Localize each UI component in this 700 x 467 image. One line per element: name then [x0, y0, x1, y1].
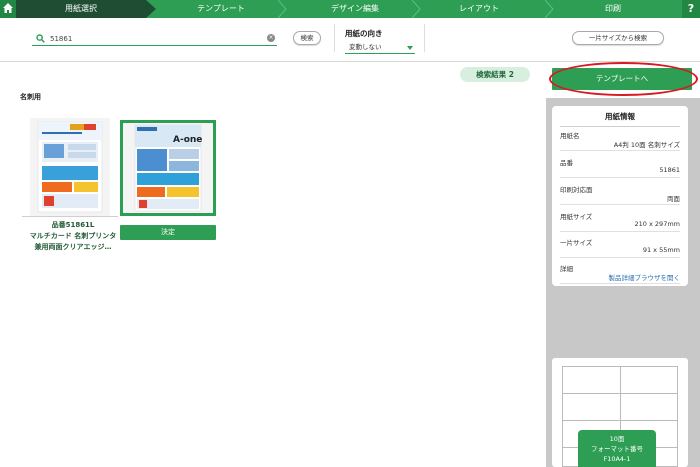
- field-label-piece-size: 一片サイズ: [560, 239, 593, 247]
- search-input[interactable]: [50, 32, 260, 45]
- highlight-annotation: [549, 62, 698, 96]
- step-layout[interactable]: レイアウト: [424, 0, 534, 18]
- field-value-paper-size: 210 x 297mm: [634, 220, 680, 228]
- field-label-print-side: 印刷対応面: [560, 186, 593, 194]
- divider: [334, 24, 335, 52]
- chevron-down-icon: [407, 46, 413, 50]
- divider: [560, 204, 680, 205]
- divider: [560, 177, 680, 178]
- product-name-line: マルチカード 名刺プリンタ: [29, 232, 117, 240]
- format-code: F10A4-1: [603, 455, 631, 463]
- layout-cell: [620, 366, 678, 394]
- chevron-right-icon: [412, 0, 421, 18]
- home-button[interactable]: [0, 0, 16, 18]
- orientation-selected-value: 変動しない: [349, 43, 382, 51]
- search-toolbar: × 検索 用紙の向き 変動しない 一片サイズから検索: [0, 18, 700, 62]
- format-label: フォーマット番号: [591, 445, 643, 453]
- field-value-product-code: 51861: [659, 166, 680, 174]
- chevron-right-icon: [545, 0, 554, 18]
- step-paper-select[interactable]: 用紙選択: [16, 0, 146, 18]
- product-card-selected[interactable]: A-one: [120, 120, 216, 216]
- divider: [560, 231, 680, 232]
- step-navigation-bar: 用紙選択 テンプレート デザイン編集 レイアウト 印刷 ?: [0, 0, 700, 18]
- clear-icon[interactable]: ×: [267, 34, 275, 42]
- category-title: 名刺用: [20, 93, 41, 101]
- chevron-right-icon: [278, 0, 287, 18]
- search-button[interactable]: 検索: [293, 31, 321, 45]
- field-value-piece-size: 91 x 55mm: [642, 246, 680, 254]
- divider: [424, 24, 425, 52]
- help-button[interactable]: ?: [682, 0, 700, 18]
- field-label-product-code: 品番: [560, 159, 573, 167]
- results-count-badge: 検索結果 2: [460, 67, 530, 82]
- layout-cell: [620, 393, 678, 421]
- product-name-line: 兼用両面クリアエッジ…: [34, 243, 112, 251]
- product-title[interactable]: 品番51861L マルチカード 名刺プリンタ 兼用両面クリアエッジ…: [18, 220, 128, 253]
- paper-info-title: 用紙情報: [605, 112, 635, 121]
- product-thumbnail: [30, 118, 110, 216]
- size-search-button[interactable]: 一片サイズから検索: [572, 31, 664, 45]
- divider: [560, 257, 680, 258]
- divider: [560, 150, 680, 151]
- product-details-link[interactable]: 製品詳細ブラウザを開く: [609, 272, 681, 282]
- paper-info-card: 用紙情報 用紙名 A4判 10面 名刺サイズ 品番 51861 印刷対応面 両面…: [552, 106, 688, 286]
- format-number-badge: 10面 フォーマット番号 F10A4-1: [578, 430, 656, 467]
- decide-button[interactable]: 決定: [120, 225, 216, 240]
- home-icon: [3, 3, 13, 13]
- search-icon: [36, 34, 45, 43]
- orientation-select[interactable]: 変動しない: [345, 42, 415, 54]
- field-label-paper-name: 用紙名: [560, 132, 580, 140]
- layout-cell: [562, 366, 621, 394]
- layout-count: 10面: [609, 435, 625, 443]
- orientation-label: 用紙の向き: [345, 29, 383, 38]
- chevron-right-icon: [146, 0, 156, 18]
- product-thumbnail: A-one: [123, 123, 213, 213]
- brand-logo: A-one: [173, 135, 202, 145]
- product-code: 品番51861L: [51, 221, 95, 229]
- search-box: ×: [32, 32, 277, 46]
- divider: [22, 216, 118, 217]
- step-design-edit[interactable]: デザイン編集: [290, 0, 420, 18]
- field-value-paper-name: A4判 10面 名刺サイズ: [613, 141, 680, 149]
- field-label-details: 詳細: [560, 265, 573, 273]
- divider: [560, 283, 680, 284]
- layout-cell: [562, 393, 621, 421]
- step-template[interactable]: テンプレート: [156, 0, 286, 18]
- step-print[interactable]: 印刷: [557, 0, 669, 18]
- divider: [560, 126, 680, 127]
- product-card[interactable]: [22, 118, 118, 217]
- field-value-print-side: 両面: [667, 195, 680, 203]
- field-label-paper-size: 用紙サイズ: [560, 213, 593, 221]
